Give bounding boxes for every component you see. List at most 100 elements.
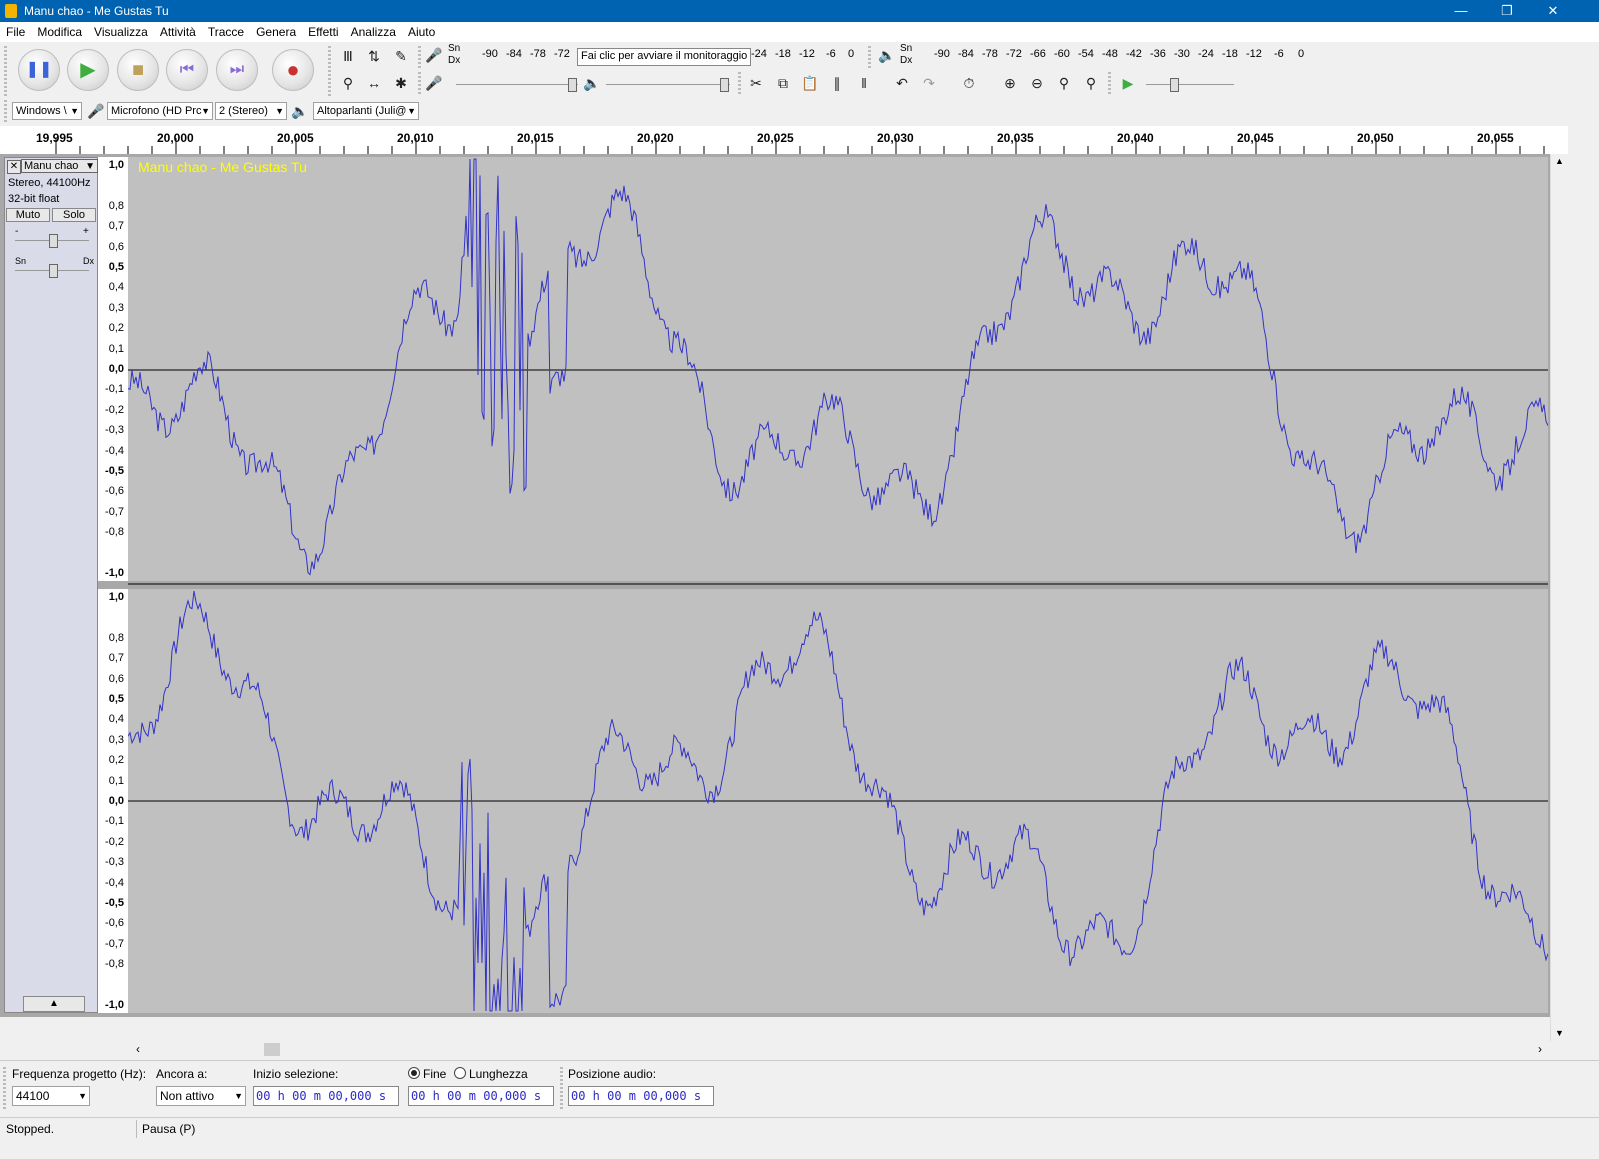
trim-icon[interactable]: ∥ (825, 72, 849, 94)
monitor-hint[interactable]: Fai clic per avviare il monitoraggio (577, 48, 752, 66)
toolbar-grip[interactable] (4, 46, 7, 96)
timeshift-tool-icon[interactable]: ↔ (362, 72, 386, 94)
skip-start-icon: ⏮ (179, 61, 195, 78)
maximize-button[interactable]: ❐ (1484, 0, 1530, 22)
scroll-left-icon[interactable]: ‹ (136, 1042, 140, 1056)
waveform-display[interactable]: Manu chao - Me Gustas Tu (128, 157, 1548, 1013)
track-control-panel[interactable]: ✕ Manu chao ▼ Stereo, 44100Hz 32-bit floa… (4, 157, 98, 1013)
menu-modifica[interactable]: Modifica (31, 22, 88, 39)
channels-value: 2 (Stereo) (219, 105, 268, 117)
zoom-out-icon[interactable]: ⊖ (1025, 72, 1049, 94)
vertical-scrollbar[interactable]: ▲ ▼ (1550, 154, 1569, 1041)
playback-device-select[interactable]: Altoparlanti (Juli@ ▼ (313, 102, 419, 120)
snap-to-value: Non attivo (160, 1089, 215, 1103)
undo-icon[interactable]: ↶ (890, 72, 914, 94)
timeline-ruler[interactable]: 19,995 20,000 20,005 20,010 20,015 20,02… (0, 126, 1568, 155)
gain-slider[interactable] (15, 231, 89, 249)
play-button[interactable]: ▶ (67, 49, 109, 91)
cut-icon[interactable]: ✂ (744, 72, 768, 94)
play-meter-tick: -6 (1274, 48, 1284, 60)
toolbar-grip[interactable] (738, 72, 741, 94)
toolbar-grip[interactable] (3, 1067, 6, 1109)
scroll-up-icon[interactable]: ▲ (1555, 156, 1564, 166)
amplitude-label: -0,4 (105, 444, 124, 457)
skip-end-button[interactable]: ⏭ (216, 49, 258, 91)
stop-button[interactable]: ■ (117, 49, 159, 91)
close-track-icon[interactable]: ✕ (7, 160, 21, 174)
amplitude-label: 0,4 (108, 281, 124, 294)
recording-device-select[interactable]: Microfono (HD Prc ▼ (107, 102, 213, 120)
draw-tool-icon[interactable]: ✎ (389, 45, 413, 67)
close-button[interactable]: ✕ (1530, 0, 1576, 22)
play-meter[interactable]: -90 -84 -78 -72 -66 -60 -54 -48 -42 -36 … (916, 46, 1314, 64)
input-volume-slider[interactable] (456, 75, 578, 93)
end-radio[interactable]: Fine (408, 1067, 446, 1081)
length-radio-indicator (454, 1067, 466, 1079)
amplitude-ruler[interactable]: 1,0 0,8 0,7 0,6 0,5 0,4 0,3 0,2 0,1 0,0 -0,1 -0,2 -0… (98, 157, 129, 1013)
scroll-down-icon[interactable]: ▼ (1555, 1028, 1564, 1038)
menu-aiuto[interactable]: Aiuto (402, 22, 441, 39)
minimize-button[interactable]: — (1438, 0, 1484, 22)
toolbar-grip[interactable] (418, 72, 421, 94)
record-button[interactable]: ● (272, 49, 314, 91)
fit-project-icon[interactable]: ⚲ (1079, 72, 1103, 94)
zoom-tool-icon[interactable]: ⚲ (336, 72, 360, 94)
recording-device-value: Microfono (HD Prc (111, 105, 202, 117)
sync-lock-icon[interactable]: ⏱ (957, 72, 981, 94)
envelope-tool-icon[interactable]: ⇅ (362, 45, 386, 67)
scroll-right-icon[interactable]: › (1538, 1042, 1542, 1056)
output-volume-slider[interactable] (606, 75, 730, 93)
audio-host-select[interactable]: Windows \ ▼ (12, 102, 82, 120)
toolbar-grip[interactable] (560, 1067, 563, 1109)
selection-start-field[interactable]: 00 h 00 m 00,000 s (253, 1086, 399, 1106)
end-radio-label: Fine (423, 1067, 447, 1081)
toolbar-grip[interactable] (868, 46, 871, 68)
audio-position-field[interactable]: 00 h 00 m 00,000 s (568, 1086, 714, 1106)
paste-icon[interactable]: 📋 (798, 72, 822, 94)
menu-analizza[interactable]: Analizza (345, 22, 402, 39)
project-rate-value: 44100 (16, 1089, 50, 1103)
chevron-down-icon: ▼ (234, 1091, 243, 1101)
play-meter-tick: -84 (958, 48, 974, 60)
play-at-speed-icon[interactable]: ▶ (1116, 72, 1140, 94)
amplitude-label: 0,8 (108, 631, 124, 644)
horizontal-scrollbar[interactable]: ‹ › (128, 1041, 1548, 1059)
length-radio[interactable]: Lunghezza (454, 1067, 528, 1081)
toolbar-grip[interactable] (1108, 72, 1111, 94)
project-rate-select[interactable]: 44100 ▼ (12, 1086, 90, 1106)
collapse-track-button[interactable]: ▲ (23, 996, 85, 1012)
menu-tracce[interactable]: Tracce (202, 22, 250, 39)
solo-button[interactable]: Solo (52, 208, 96, 222)
play-meter-tick: -72 (1006, 48, 1022, 60)
play-speed-slider[interactable] (1146, 75, 1234, 93)
redo-icon[interactable]: ↷ (917, 72, 941, 94)
amplitude-label: 0,7 (108, 652, 124, 665)
zoom-in-icon[interactable]: ⊕ (998, 72, 1022, 94)
toolbar-grip[interactable] (418, 46, 421, 68)
copy-icon[interactable]: ⧉ (771, 72, 795, 94)
menu-file[interactable]: File (0, 22, 31, 39)
selection-end-field[interactable]: 00 h 00 m 00,000 s (408, 1086, 554, 1106)
menu-attivita[interactable]: Attività (154, 22, 202, 39)
playback-device-value: Altoparlanti (Juli@ (317, 105, 407, 117)
menu-effetti[interactable]: Effetti (302, 22, 344, 39)
play-meter-tick: -42 (1126, 48, 1142, 60)
menu-visualizza[interactable]: Visualizza (88, 22, 154, 39)
pause-button[interactable]: ❚❚ (18, 49, 60, 91)
ruler-label: 20,025 (757, 131, 794, 145)
menu-genera[interactable]: Genera (250, 22, 302, 39)
track-name-menu[interactable]: Manu chao ▼ (21, 159, 98, 173)
multi-tool-icon[interactable]: ✱ (389, 72, 413, 94)
skip-start-button[interactable]: ⏮ (166, 49, 208, 91)
silence-icon[interactable]: ‖ (852, 72, 876, 94)
pan-slider[interactable] (15, 261, 89, 279)
microphone-icon: 🎤 (87, 103, 105, 119)
toolbar-grip[interactable] (4, 100, 7, 122)
mute-button[interactable]: Muto (6, 208, 50, 222)
toolbar-grip[interactable] (328, 46, 331, 96)
snap-to-select[interactable]: Non attivo ▼ (156, 1086, 246, 1106)
selection-tool-icon[interactable]: Ⅲ (336, 45, 360, 67)
fit-selection-icon[interactable]: ⚲ (1052, 72, 1076, 94)
scroll-thumb[interactable] (264, 1043, 280, 1056)
channels-select[interactable]: 2 (Stereo) ▼ (215, 102, 287, 120)
